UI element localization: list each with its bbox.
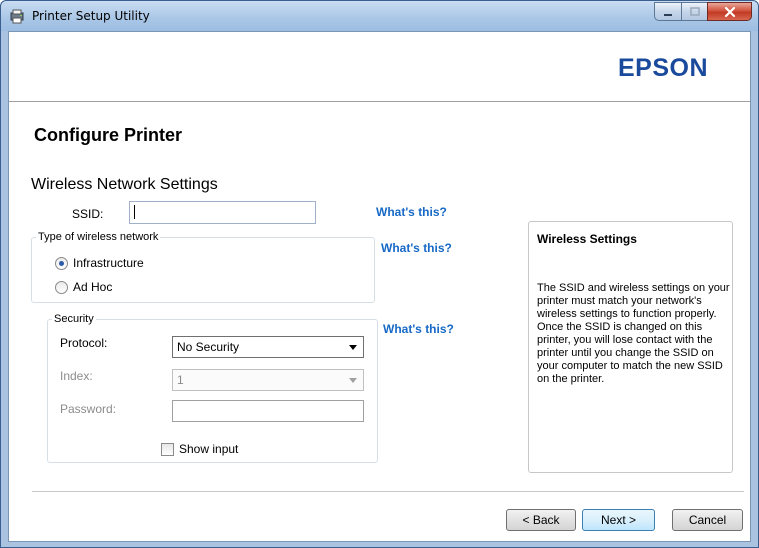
network-type-legend: Type of wireless network — [38, 231, 159, 243]
epson-logo: EPSON — [617, 54, 708, 82]
ssid-label: SSID: — [72, 207, 104, 221]
show-input-checkbox-row[interactable]: Show input — [161, 442, 238, 456]
client-area: EPSON Configure Printer Wireless Network… — [8, 31, 751, 542]
window-controls — [654, 2, 752, 22]
password-input[interactable] — [172, 400, 364, 422]
infrastructure-radio-button[interactable] — [55, 256, 68, 270]
close-icon — [724, 6, 735, 17]
section-title: Wireless Network Settings — [31, 176, 218, 193]
footer-divider — [32, 491, 744, 492]
radio-ad-hoc[interactable]: Ad Hoc — [55, 280, 112, 294]
help-panel: Wireless Settings The SSID and wireless … — [528, 221, 733, 473]
minimize-button[interactable] — [654, 2, 681, 21]
ad-hoc-label: Ad Hoc — [73, 280, 113, 294]
network-type-whats-this-link[interactable]: What's this? — [381, 241, 452, 255]
help-text: The SSID and wireless settings on your p… — [537, 282, 730, 385]
show-input-label: Show input — [179, 442, 239, 456]
text-caret — [134, 205, 135, 219]
close-button[interactable] — [707, 2, 752, 21]
protocol-select[interactable]: No Security — [172, 336, 364, 358]
printer-setup-window: Printer Setup Utility EPSON Configure Pr… — [0, 0, 759, 548]
chevron-down-icon — [349, 345, 357, 350]
maximize-icon — [689, 6, 700, 16]
index-select[interactable]: 1 — [172, 369, 364, 391]
security-whats-this-link[interactable]: What's this? — [383, 322, 454, 336]
ssid-input[interactable] — [129, 201, 316, 224]
show-input-checkbox[interactable] — [161, 442, 174, 456]
password-label: Password: — [60, 402, 117, 416]
infrastructure-label: Infrastructure — [73, 256, 144, 270]
protocol-label: Protocol: — [60, 336, 108, 350]
header-band: EPSON — [9, 32, 750, 102]
protocol-value: No Security — [177, 340, 240, 354]
index-label: Index: — [60, 369, 93, 383]
maximize-button[interactable] — [681, 2, 707, 21]
title-bar[interactable]: Printer Setup Utility — [1, 1, 758, 31]
next-button[interactable]: Next > — [582, 509, 655, 531]
ssid-whats-this-link[interactable]: What's this? — [376, 205, 447, 219]
security-legend: Security — [54, 313, 94, 325]
ad-hoc-radio-button[interactable] — [55, 280, 68, 294]
help-title: Wireless Settings — [537, 232, 637, 246]
radio-infrastructure[interactable]: Infrastructure — [55, 256, 144, 270]
cancel-button[interactable]: Cancel — [672, 509, 743, 531]
chevron-down-icon — [349, 378, 357, 383]
back-button[interactable]: < Back — [506, 509, 576, 531]
window-title: Printer Setup Utility — [32, 9, 150, 23]
index-value: 1 — [177, 373, 184, 387]
minimize-icon — [664, 13, 672, 16]
printer-utility-icon — [9, 8, 25, 24]
page-title: Configure Printer — [34, 125, 183, 145]
